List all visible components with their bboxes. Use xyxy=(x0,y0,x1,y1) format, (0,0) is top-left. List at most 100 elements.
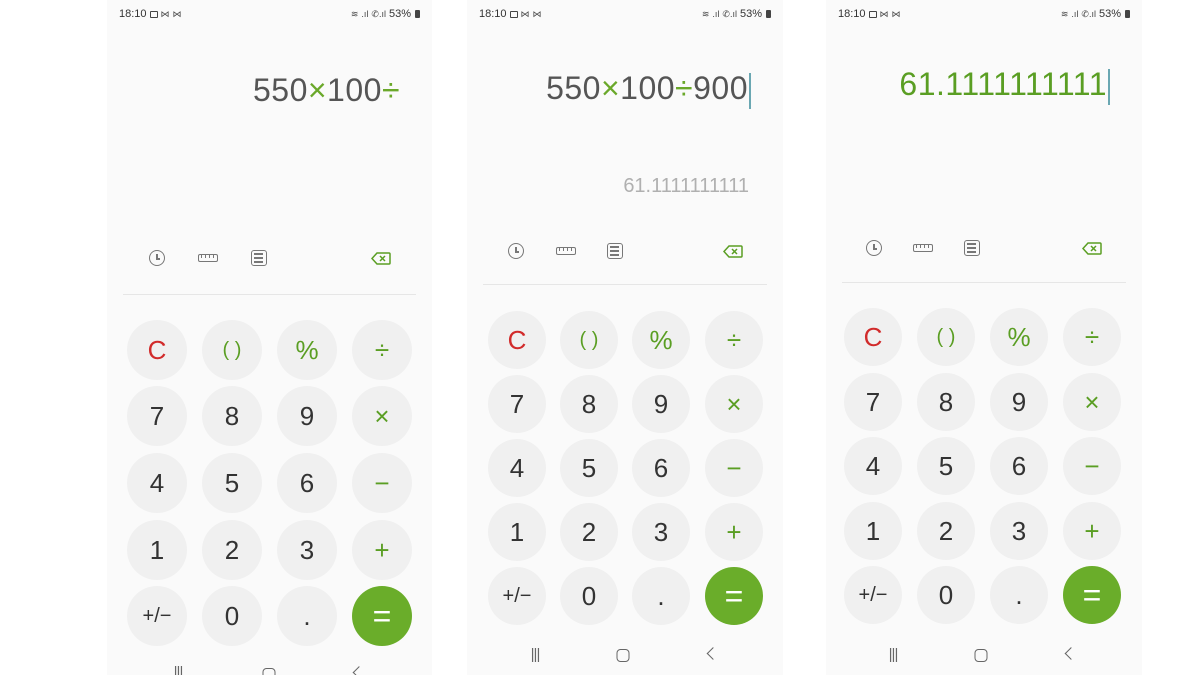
divide-button[interactable]: ÷ xyxy=(705,311,763,369)
scientific-mode-button[interactable] xyxy=(961,238,983,258)
decimal-button[interactable]: . xyxy=(277,586,337,646)
back-icon[interactable] xyxy=(1064,647,1078,660)
scientific-mode-button[interactable] xyxy=(604,241,626,261)
digit-0-button[interactable]: 0 xyxy=(917,566,975,624)
multiply-button[interactable]: × xyxy=(1063,373,1121,431)
percent-button[interactable]: % xyxy=(277,320,337,380)
history-button[interactable] xyxy=(505,241,527,261)
divide-button[interactable]: ÷ xyxy=(352,320,412,380)
equals-button[interactable]: = xyxy=(705,567,763,625)
parentheses-button[interactable]: ( ) xyxy=(202,320,262,380)
navigation-bar: ||| xyxy=(467,646,783,666)
digit-6-button[interactable]: 6 xyxy=(990,437,1048,495)
add-button[interactable]: + xyxy=(1063,502,1121,560)
unit-converter-button[interactable] xyxy=(555,241,577,261)
digit-1-button[interactable]: 1 xyxy=(488,503,546,561)
back-icon[interactable] xyxy=(706,647,720,660)
calculator-screen-2: 18:10 ⋈ ⋈ ≋ .ıl ✆.ıl 53% 550×100÷900 6 1.… xyxy=(467,0,783,675)
scientific-mode-icon xyxy=(251,250,267,266)
percent-button[interactable]: % xyxy=(990,308,1048,366)
digit-0-button[interactable]: 0 xyxy=(560,567,618,625)
backspace-icon xyxy=(722,244,743,258)
status-bar: 18:10 ⋈ ⋈ ≋ .ıl ✆.ıl 53% xyxy=(119,6,420,22)
signal-icon: .ıl xyxy=(361,9,369,19)
recent-apps-icon[interactable]: ||| xyxy=(889,646,899,663)
digit-6-button[interactable]: 6 xyxy=(277,453,337,513)
unit-converter-button[interactable] xyxy=(912,238,934,258)
parentheses-button[interactable]: ( ) xyxy=(917,308,975,366)
multiply-button[interactable]: × xyxy=(352,386,412,446)
expression-display[interactable]: 550×100÷900 xyxy=(546,70,751,109)
digit-5-button[interactable]: 5 xyxy=(917,437,975,495)
digit-3-button[interactable]: 3 xyxy=(277,520,337,580)
digit-4-button[interactable]: 4 xyxy=(127,453,187,513)
decimal-button[interactable]: . xyxy=(990,566,1048,624)
add-button[interactable]: + xyxy=(705,503,763,561)
add-button[interactable]: + xyxy=(352,520,412,580)
divide-button[interactable]: ÷ xyxy=(1063,308,1121,366)
digit-2-button[interactable]: 2 xyxy=(202,520,262,580)
recent-apps-icon[interactable]: ||| xyxy=(531,646,541,663)
digit-5-button[interactable]: 5 xyxy=(560,439,618,497)
clear-button[interactable]: C xyxy=(127,320,187,380)
toolbar xyxy=(826,238,1142,262)
equals-button[interactable]: = xyxy=(1063,566,1121,624)
digit-5-button[interactable]: 5 xyxy=(202,453,262,513)
digit-8-button[interactable]: 8 xyxy=(917,373,975,431)
result-display[interactable]: 61.1111111111 xyxy=(899,66,1110,105)
history-button[interactable] xyxy=(146,248,168,268)
mail-notification-icon: ⋈ xyxy=(879,8,889,19)
digit-3-button[interactable]: 3 xyxy=(990,502,1048,560)
equals-button[interactable]: = xyxy=(352,586,412,646)
digit-2-button[interactable]: 2 xyxy=(917,502,975,560)
backspace-button[interactable] xyxy=(370,248,392,268)
back-icon[interactable] xyxy=(352,666,366,675)
digit-9-button[interactable]: 9 xyxy=(632,375,690,433)
digit-4-button[interactable]: 4 xyxy=(488,439,546,497)
call-signal-icon: ✆.ıl xyxy=(371,8,386,19)
status-bar: 18:10 ⋈ ⋈ ≋ .ıl ✆.ıl 53% xyxy=(838,6,1130,22)
digit-7-button[interactable]: 7 xyxy=(844,373,902,431)
signal-icon: .ıl xyxy=(1071,9,1079,19)
parentheses-button[interactable]: ( ) xyxy=(560,311,618,369)
plus-minus-button[interactable]: +/− xyxy=(488,567,546,625)
digit-1-button[interactable]: 1 xyxy=(844,502,902,560)
digit-1-button[interactable]: 1 xyxy=(127,520,187,580)
calculator-screen-3: 18:10 ⋈ ⋈ ≋ .ıl ✆.ıl 53% 61.1111111111 C… xyxy=(826,0,1142,675)
recent-apps-icon[interactable]: ||| xyxy=(174,664,184,675)
decimal-button[interactable]: . xyxy=(632,567,690,625)
digit-6-button[interactable]: 6 xyxy=(632,439,690,497)
subtract-button[interactable]: − xyxy=(1063,437,1121,495)
digit-9-button[interactable]: 9 xyxy=(277,386,337,446)
backspace-button[interactable] xyxy=(722,241,744,261)
digit-0-button[interactable]: 0 xyxy=(202,586,262,646)
digit-2-button[interactable]: 2 xyxy=(560,503,618,561)
clear-button[interactable]: C xyxy=(488,311,546,369)
digit-9-button[interactable]: 9 xyxy=(990,373,1048,431)
expression-display[interactable]: 550×100÷ xyxy=(253,72,400,109)
home-icon[interactable] xyxy=(262,668,276,675)
percent-button[interactable]: % xyxy=(632,311,690,369)
plus-minus-button[interactable]: +/− xyxy=(844,566,902,624)
backspace-button[interactable] xyxy=(1081,238,1103,258)
home-icon[interactable] xyxy=(616,649,630,662)
history-button[interactable] xyxy=(863,238,885,258)
home-icon[interactable] xyxy=(974,649,988,662)
plus-minus-button[interactable]: +/− xyxy=(127,586,187,646)
multiply-button[interactable]: × xyxy=(705,375,763,433)
digit-7-button[interactable]: 7 xyxy=(127,386,187,446)
digit-3-button[interactable]: 3 xyxy=(632,503,690,561)
unit-converter-button[interactable] xyxy=(197,248,219,268)
scientific-mode-button[interactable] xyxy=(248,248,270,268)
clear-button[interactable]: C xyxy=(844,308,902,366)
status-bar: 18:10 ⋈ ⋈ ≋ .ıl ✆.ıl 53% xyxy=(479,6,771,22)
digit-7-button[interactable]: 7 xyxy=(488,375,546,433)
digit-8-button[interactable]: 8 xyxy=(202,386,262,446)
scientific-mode-icon xyxy=(607,243,623,259)
digit-8-button[interactable]: 8 xyxy=(560,375,618,433)
toolbar xyxy=(467,241,783,265)
subtract-button[interactable]: − xyxy=(352,453,412,513)
digit-4-button[interactable]: 4 xyxy=(844,437,902,495)
subtract-button[interactable]: − xyxy=(705,439,763,497)
call-signal-icon: ✆.ıl xyxy=(1081,8,1096,19)
